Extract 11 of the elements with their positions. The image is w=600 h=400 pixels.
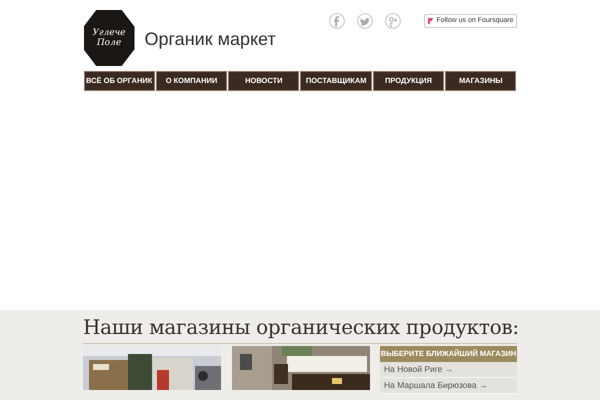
- store-link[interactable]: На Новой Риге →: [380, 362, 517, 378]
- logo-text: Углече: [92, 28, 126, 38]
- logo[interactable]: Углече Поле: [84, 10, 134, 66]
- foursquare-icon: [427, 17, 434, 25]
- facebook-icon[interactable]: [328, 12, 346, 30]
- site-title: Органик маркет: [144, 28, 276, 51]
- logo-text: Поле: [96, 38, 122, 48]
- section-heading: Наши магазины органических продуктов:: [83, 315, 517, 339]
- store-link[interactable]: На Маршала Бирюзова →: [380, 378, 517, 394]
- bird-icon[interactable]: [356, 12, 374, 30]
- plus-icon[interactable]: [384, 12, 402, 30]
